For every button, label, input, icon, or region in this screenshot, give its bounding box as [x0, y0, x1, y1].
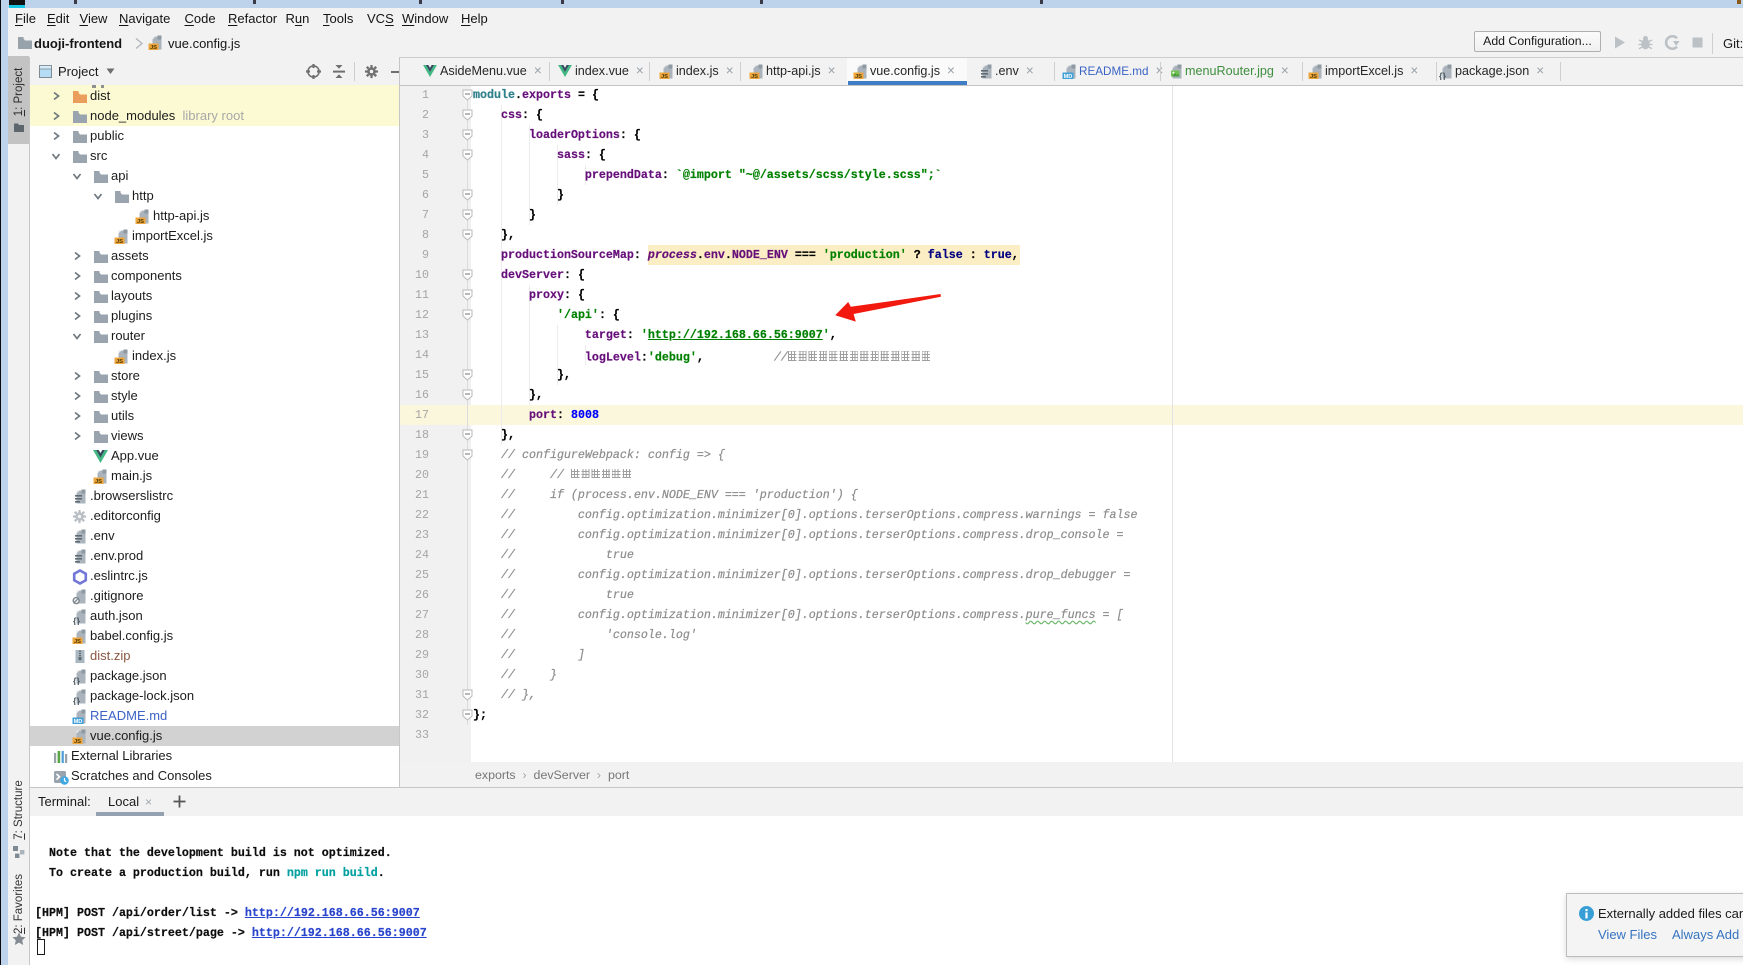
svg-text:MD: MD	[1064, 74, 1073, 80]
svg-text:JS: JS	[116, 239, 123, 245]
svg-text:{}: {}	[73, 616, 81, 625]
svg-text:{}: {}	[1439, 71, 1447, 80]
svg-text:JS: JS	[661, 74, 668, 80]
svg-text:{}: {}	[73, 676, 81, 685]
svg-text:JS: JS	[751, 74, 758, 80]
svg-text:JS: JS	[74, 739, 81, 745]
svg-text:JS: JS	[116, 359, 123, 365]
svg-text:JS: JS	[137, 219, 144, 225]
svg-text:MD: MD	[74, 719, 83, 725]
svg-text:JS: JS	[150, 45, 157, 51]
svg-text:JS: JS	[1310, 74, 1317, 80]
svg-text:{}: {}	[73, 696, 81, 705]
svg-text:JS: JS	[855, 74, 862, 80]
svg-text:JS: JS	[74, 639, 81, 645]
svg-text:JS: JS	[95, 479, 102, 485]
